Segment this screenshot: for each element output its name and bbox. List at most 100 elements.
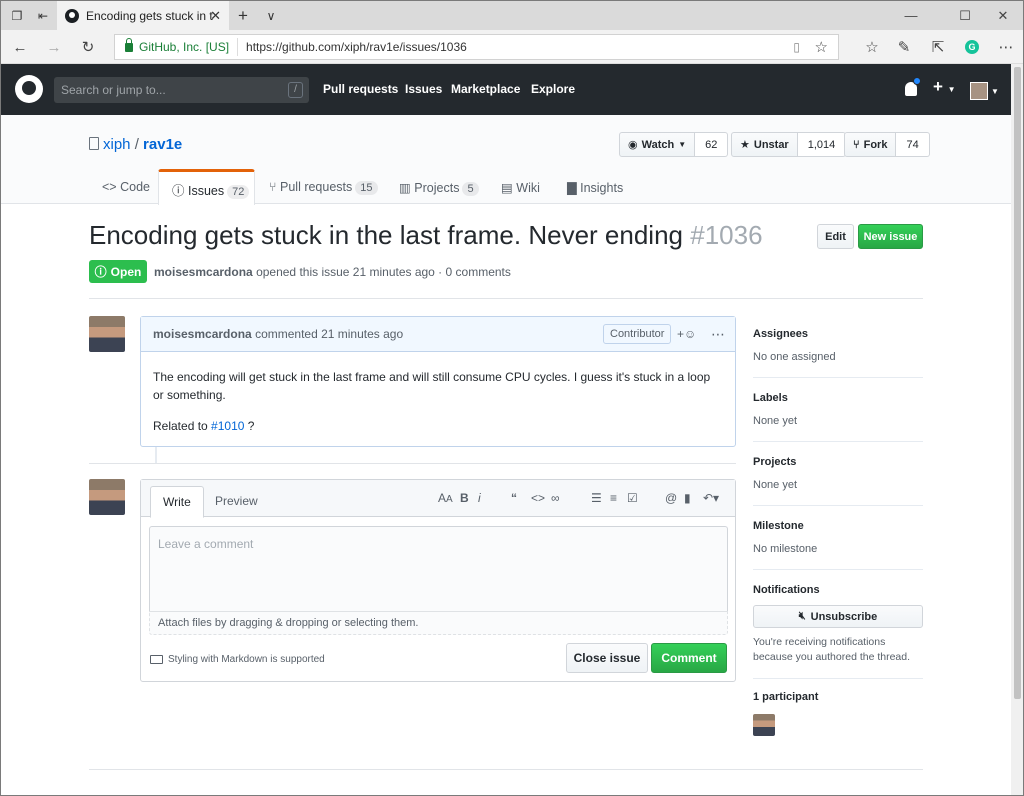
task-list-icon[interactable]: ☑ (627, 491, 638, 505)
new-tab-icon[interactable]: + (229, 1, 257, 30)
notification-reason: You're receiving notifications because y… (753, 636, 911, 663)
reply-icon[interactable]: ↶▾ (703, 491, 719, 505)
markdown-note-text: Styling with Markdown is supported (168, 654, 325, 665)
comment-related: Related to #1010 ? (153, 417, 723, 435)
tab-pull-requests[interactable]: ⑂ Pull requests 15 (269, 180, 378, 195)
tab-preview-chevron-icon[interactable]: ∨ (257, 1, 285, 30)
comment-body: The encoding will get stuck in the last … (141, 352, 735, 464)
related-issue-link[interactable]: #1010 (211, 419, 244, 433)
unstar-button[interactable]: ★ Unstar (731, 132, 798, 157)
share-icon[interactable]: ⇱ (923, 30, 953, 64)
add-reaction-icon[interactable]: +☺ (677, 317, 696, 352)
markdown-note[interactable]: Styling with Markdown is supported (150, 654, 325, 665)
participant-avatar[interactable] (753, 714, 775, 736)
comment-author-link[interactable]: moisesmcardona (153, 327, 252, 341)
star-icon: ★ (740, 139, 750, 151)
repo-book-icon (89, 137, 99, 150)
status-label: Open (110, 264, 142, 279)
close-tab-icon[interactable]: ✕ (210, 8, 221, 24)
nav-marketplace[interactable]: Marketplace (451, 64, 520, 115)
mute-icon: 🔇︎ (798, 610, 806, 622)
tab-projects-label: Projects (414, 181, 460, 195)
nav-explore[interactable]: Explore (531, 64, 575, 115)
back-arrow-icon[interactable]: ← (5, 30, 35, 64)
bulleted-list-icon[interactable]: ☰ (591, 491, 602, 505)
quote-icon[interactable]: “ (511, 491, 517, 505)
scrollbar-thumb[interactable] (1014, 67, 1021, 699)
favorite-star-icon[interactable]: ☆ (815, 38, 828, 56)
star-button-group: ★ Unstar 1,014 (731, 132, 847, 157)
nav-pull-requests[interactable]: Pull requests (323, 64, 398, 115)
repo-name-link[interactable]: rav1e (143, 136, 182, 153)
security-indicator[interactable]: GitHub, Inc. [US] (115, 37, 239, 56)
projects-label[interactable]: Projects (753, 456, 796, 468)
more-menu-icon[interactable]: ⋯ (991, 30, 1021, 64)
link-icon[interactable]: ∞ (551, 491, 560, 505)
comment-button[interactable]: Comment (651, 643, 727, 673)
star-count[interactable]: 1,014 (797, 132, 847, 157)
header-text-icon[interactable]: AA (438, 491, 453, 505)
close-window-icon[interactable]: ✕ (980, 1, 1023, 30)
milestone-label[interactable]: Milestone (753, 520, 804, 532)
comment-time[interactable]: commented 21 minutes ago (255, 327, 403, 341)
lock-icon (125, 37, 133, 52)
labels-label[interactable]: Labels (753, 392, 788, 404)
url-field[interactable]: GitHub, Inc. [US] https://github.com/xip… (114, 34, 839, 60)
divider (753, 377, 923, 378)
unsubscribe-label: Unsubscribe (810, 610, 878, 623)
tab-issues[interactable]: ⓘ Issues 72 (172, 180, 250, 199)
tab-write[interactable]: Write (150, 486, 204, 518)
forward-arrow-icon[interactable]: → (39, 30, 69, 64)
user-menu-caret-icon[interactable]: ▼ (991, 87, 999, 96)
grammarly-icon[interactable]: G (957, 30, 987, 64)
repo-owner-link[interactable]: xiph (103, 136, 131, 153)
tab-insights-label: Insights (580, 181, 624, 195)
comment-textarea[interactable]: Leave a comment (149, 526, 728, 611)
code-icon[interactable]: <> (531, 491, 545, 505)
watch-count[interactable]: 62 (695, 132, 729, 157)
pen-icon[interactable]: ✎ (889, 30, 919, 64)
assignees-label[interactable]: Assignees (753, 328, 808, 340)
italic-icon[interactable]: i (478, 491, 481, 505)
search-input[interactable]: Search or jump to... / (54, 77, 309, 103)
avatar[interactable] (89, 316, 125, 352)
mention-icon[interactable]: @ (665, 491, 677, 505)
tab-code[interactable]: <> Code (102, 180, 150, 194)
url-text[interactable]: https://github.com/xiph/rav1e/issues/103… (238, 40, 467, 54)
tab-projects[interactable]: ▥ Projects 5 (399, 180, 479, 196)
create-new-icon[interactable]: + ▼ (933, 77, 956, 97)
tab-set-aside-icon[interactable]: ❐ (3, 1, 31, 30)
comment-options-icon[interactable]: ⋯ (711, 317, 725, 352)
bookmark-icon[interactable]: ▮ (684, 491, 691, 505)
fork-count[interactable]: 74 (896, 132, 930, 157)
show-tabs-icon[interactable]: ⇤ (29, 1, 57, 30)
browser-tab[interactable]: Encoding gets stuck in t ✕ (57, 1, 229, 30)
close-issue-button[interactable]: Close issue (566, 643, 648, 673)
tab-wiki[interactable]: ▤ Wiki (501, 180, 540, 195)
edit-button[interactable]: Edit (817, 224, 854, 249)
github-favicon-icon (65, 8, 79, 23)
watch-button[interactable]: ◉ Watch ▼ (619, 132, 696, 157)
new-issue-button[interactable]: New issue (858, 224, 923, 249)
avatar[interactable] (89, 479, 125, 515)
issue-author-link[interactable]: moisesmcardona (154, 265, 253, 279)
minimize-icon[interactable]: — (888, 1, 934, 30)
tab-wiki-label: Wiki (516, 181, 540, 195)
nav-issues[interactable]: Issues (405, 64, 442, 115)
unread-indicator (913, 77, 921, 85)
search-shortcut-key: / (288, 82, 303, 98)
unsubscribe-button[interactable]: 🔇︎ Unsubscribe (753, 605, 923, 628)
favorites-hub-icon[interactable]: ☆ (857, 30, 887, 64)
bold-icon[interactable]: B (460, 491, 469, 505)
refresh-icon[interactable]: ↻ (73, 30, 103, 64)
tab-insights[interactable]: ▇ Insights (567, 180, 623, 195)
issue-meta: moisesmcardona opened this issue 21 minu… (154, 265, 511, 279)
repo-title: xiph / rav1e (89, 136, 182, 153)
user-avatar[interactable] (970, 82, 988, 100)
github-logo-icon[interactable] (15, 75, 43, 103)
tab-preview[interactable]: Preview (203, 486, 270, 518)
fork-button[interactable]: ⑂ Fork (844, 132, 897, 157)
file-attach-zone[interactable]: Attach files by dragging & dropping or s… (149, 611, 728, 635)
reading-view-icon[interactable]: ▯ (793, 40, 800, 54)
numbered-list-icon[interactable]: ≡ (610, 491, 617, 505)
